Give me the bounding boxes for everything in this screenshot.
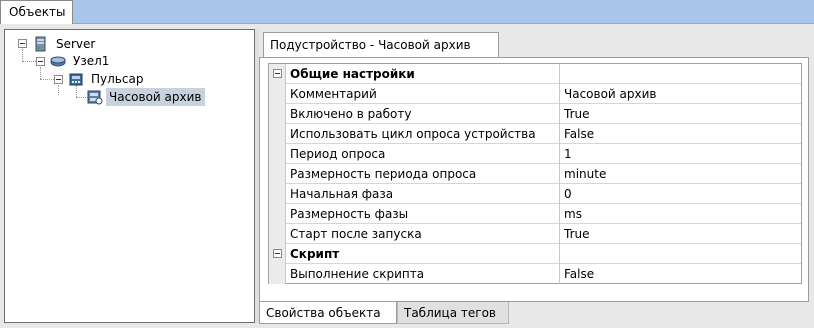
device-icon: [69, 73, 83, 86]
property-row[interactable]: Выполнение скрипта False: [269, 264, 802, 284]
tree-line: [40, 79, 54, 80]
property-value[interactable]: False: [560, 124, 802, 144]
property-name: Старт после запуска: [286, 224, 560, 244]
property-grid[interactable]: Общие настройки Комментарий Часовой архи…: [268, 63, 802, 284]
tree-item-label: Server: [56, 37, 96, 51]
property-name: Размерность фазы: [286, 204, 560, 224]
property-row[interactable]: Использовать цикл опроса устройства Fals…: [269, 124, 802, 144]
tab-subdevice[interactable]: Подустройство - Часовой архив: [263, 32, 499, 58]
property-value[interactable]: Часовой архив: [560, 84, 802, 104]
archive-icon: [87, 90, 103, 105]
property-value[interactable]: ms: [560, 204, 802, 224]
category-label: Скрипт: [286, 244, 560, 264]
tree-line: [40, 67, 41, 79]
collapse-toggle[interactable]: [54, 75, 63, 84]
properties-frame: Общие настройки Комментарий Часовой архи…: [259, 57, 809, 302]
node-icon: [50, 56, 66, 67]
collapse-toggle[interactable]: [36, 57, 45, 66]
tree-line: [58, 85, 59, 95]
tab-objects[interactable]: Объекты: [0, 0, 73, 24]
collapse-toggle[interactable]: [273, 249, 282, 258]
property-value[interactable]: 0: [560, 184, 802, 204]
property-name: Комментарий: [286, 84, 560, 104]
property-row[interactable]: Комментарий Часовой архив: [269, 84, 802, 104]
property-name: Выполнение скрипта: [286, 264, 560, 284]
property-row[interactable]: Начальная фаза 0: [269, 184, 802, 204]
tree-item-label: Пульсар: [91, 72, 144, 86]
property-name: Размерность периода опроса: [286, 164, 560, 184]
property-row[interactable]: Размерность фазы ms: [269, 204, 802, 224]
category-row[interactable]: Скрипт: [269, 244, 802, 264]
tree-line: [22, 49, 23, 61]
property-row[interactable]: Старт после запуска True: [269, 224, 802, 244]
property-value[interactable]: False: [560, 264, 802, 284]
server-icon: [35, 36, 46, 52]
property-name: Использовать цикл опроса устройства: [286, 124, 560, 144]
tree-item-label: Часовой архив: [106, 88, 205, 106]
tab-tag-table[interactable]: Таблица тегов: [397, 302, 509, 324]
collapse-toggle[interactable]: [18, 39, 27, 48]
property-name: Период опроса: [286, 144, 560, 164]
property-row[interactable]: Период опроса 1: [269, 144, 802, 164]
tree-line: [22, 61, 36, 62]
properties-area: Подустройство - Часовой архив Общие наст…: [259, 29, 810, 324]
property-row[interactable]: Размерность периода опроса minute: [269, 164, 802, 184]
category-value: [560, 64, 802, 84]
collapse-toggle[interactable]: [273, 69, 282, 78]
property-value[interactable]: 1: [560, 144, 802, 164]
property-row[interactable]: Включено в работу True: [269, 104, 802, 124]
property-name: Начальная фаза: [286, 184, 560, 204]
property-value[interactable]: True: [560, 224, 802, 244]
object-tree[interactable]: Server Узел1 Пульсар Часовой архив: [4, 29, 255, 323]
category-label: Общие настройки: [286, 64, 560, 84]
workspace: Server Узел1 Пульсар Часовой архив Подус…: [0, 24, 814, 328]
category-value: [560, 244, 802, 264]
tab-object-properties[interactable]: Свойства объекта: [259, 302, 397, 324]
top-tab-bar: Объекты: [0, 0, 814, 24]
property-name: Включено в работу: [286, 104, 560, 124]
tree-item-label: Узел1: [73, 54, 110, 68]
property-value[interactable]: minute: [560, 164, 802, 184]
category-row[interactable]: Общие настройки: [269, 64, 802, 84]
property-value[interactable]: True: [560, 104, 802, 124]
